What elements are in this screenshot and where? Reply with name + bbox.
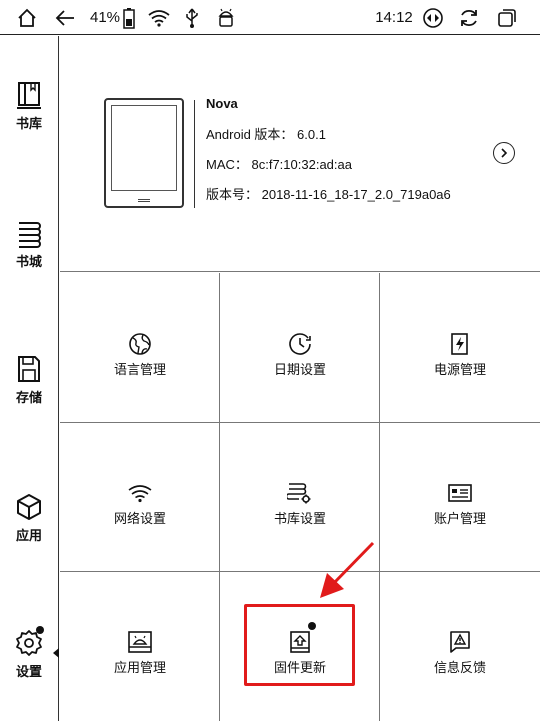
apps-icon [17, 494, 41, 520]
battery-icon [120, 0, 138, 35]
tile-library-settings[interactable]: 书库设置 [220, 422, 380, 571]
rotate-icon[interactable] [420, 0, 446, 35]
device-info-card[interactable]: Nova Android 版本： 6.0.1 MAC： 8c:f7:10:32:… [60, 36, 540, 272]
sidebar-item-bookstore[interactable]: 书城 [0, 218, 58, 288]
device-details: Nova Android 版本： 6.0.1 MAC： 8c:f7:10:32:… [206, 96, 451, 203]
device-name: Nova [206, 96, 238, 111]
battery-text: 41% [89, 9, 121, 26]
tile-label: 账户管理 [433, 511, 486, 526]
multitask-icon[interactable] [494, 0, 520, 35]
tile-label: 信息反馈 [433, 660, 486, 675]
active-indicator [53, 648, 59, 658]
tile-label: 网络设置 [113, 511, 166, 526]
tile-label: 语言管理 [113, 362, 166, 377]
tile-label: 书库设置 [273, 511, 326, 526]
clock-icon [287, 331, 313, 357]
app-manage-icon [127, 629, 153, 655]
status-bar: 41% 14:12 [0, 0, 540, 35]
tile-label: 电源管理 [433, 362, 486, 377]
sidebar-item-label: 书库 [15, 116, 42, 131]
tile-power[interactable]: 电源管理 [380, 273, 540, 422]
bookshelf-icon [17, 82, 41, 109]
tile-label: 日期设置 [273, 362, 326, 377]
bookstore-icon [19, 222, 41, 248]
sidebar-item-label: 设置 [15, 664, 42, 679]
tile-label: 应用管理 [113, 660, 166, 675]
refresh-icon[interactable] [456, 0, 482, 35]
ereader-device-icon [104, 98, 184, 208]
tile-language[interactable]: 语言管理 [60, 273, 220, 422]
clock-text: 14:12 [375, 9, 413, 26]
usb-icon [180, 0, 204, 35]
home-icon[interactable] [14, 0, 40, 35]
tile-network[interactable]: 网络设置 [60, 422, 220, 571]
device-detail-button[interactable] [493, 142, 515, 164]
sidebar-item-label: 存储 [15, 390, 42, 405]
globe-icon [127, 331, 153, 357]
back-icon[interactable] [52, 0, 78, 35]
wifi-icon [127, 480, 153, 506]
tile-date[interactable]: 日期设置 [220, 273, 380, 422]
wifi-icon [146, 0, 172, 35]
tile-account[interactable]: 账户管理 [380, 422, 540, 571]
mac-address: MAC： 8c:f7:10:32:ad:aa [206, 157, 352, 172]
account-card-icon [447, 480, 473, 506]
sidebar-item-settings[interactable]: 设置 [0, 628, 58, 698]
sidebar-item-apps[interactable]: 应用 [0, 492, 58, 562]
sidebar-nav: 书库 书城 存储 应用 设置 [0, 36, 59, 721]
library-settings-icon [287, 480, 313, 506]
sidebar-item-label: 书城 [15, 254, 42, 269]
divider [194, 100, 195, 208]
tile-feedback[interactable]: 信息反馈 [380, 571, 540, 720]
highlight-box [244, 604, 355, 686]
power-icon [447, 331, 473, 357]
build-number: 版本号： 2018-11-16_18-17_2.0_719a0a6 [206, 187, 451, 202]
sidebar-item-storage[interactable]: 存储 [0, 354, 58, 424]
notification-dot [36, 626, 44, 634]
tile-app-manage[interactable]: 应用管理 [60, 571, 220, 720]
chevron-right-icon [501, 148, 508, 158]
sidebar-item-label: 应用 [15, 528, 42, 543]
feedback-icon [447, 629, 473, 655]
android-icon [214, 0, 238, 35]
sidebar-item-bookshelf[interactable]: 书库 [0, 80, 58, 150]
storage-icon [18, 356, 40, 382]
android-version: Android 版本： 6.0.1 [206, 127, 326, 142]
